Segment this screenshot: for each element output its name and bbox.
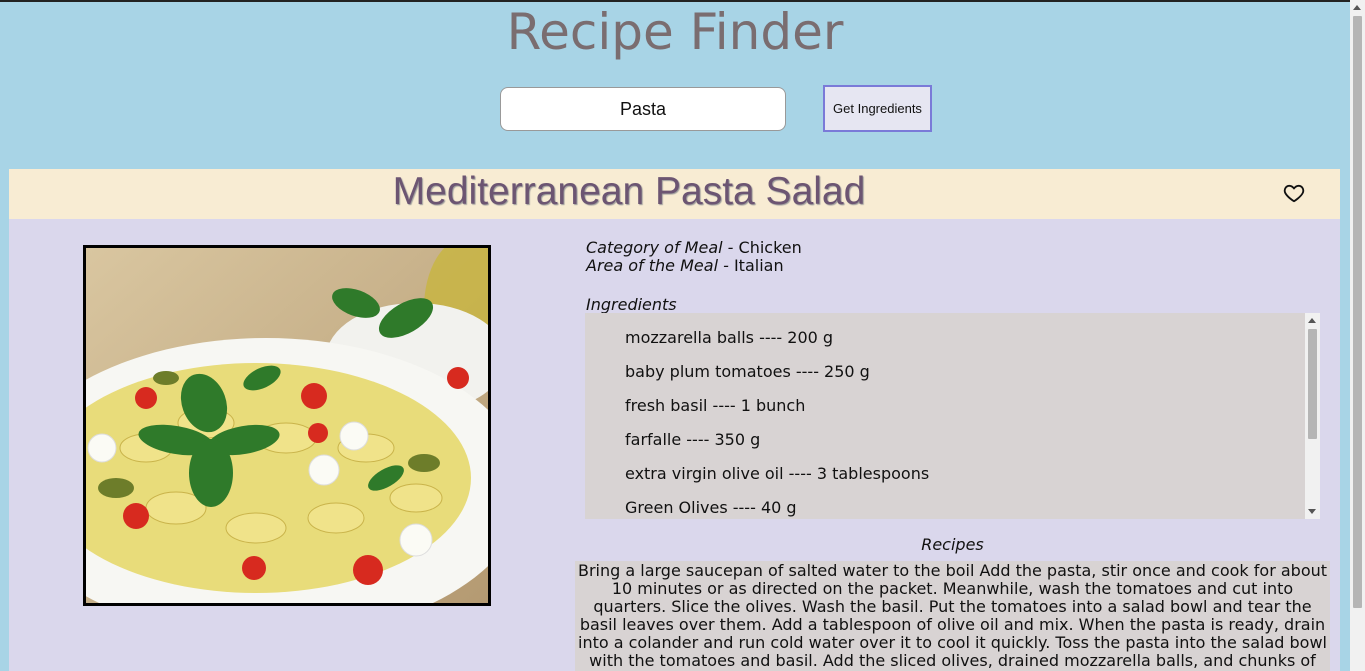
ingredient-item: fresh basil ---- 1 bunch bbox=[625, 396, 806, 415]
ingredients-label: Ingredients bbox=[586, 295, 677, 314]
ingredients-scroll-thumb[interactable] bbox=[1308, 329, 1317, 439]
category-label: Category of Meal - bbox=[586, 238, 739, 257]
window-top-border bbox=[0, 0, 1365, 2]
area-value: Italian bbox=[733, 256, 784, 275]
ingredient-item: mozzarella balls ---- 200 g bbox=[625, 328, 834, 347]
page-scroll-thumb[interactable] bbox=[1353, 16, 1362, 608]
area-label: Area of the Meal - bbox=[586, 256, 734, 275]
meal-meta: Category of Meal - Chicken Area of the M… bbox=[586, 239, 802, 275]
ingredient-item: extra virgin olive oil ---- 3 tablespoon… bbox=[625, 464, 930, 483]
recipe-instructions: Bring a large saucepan of salted water t… bbox=[575, 561, 1330, 671]
meal-panel: Mediterranean Pasta Salad Category of Me… bbox=[9, 169, 1340, 671]
meal-title: Mediterranean Pasta Salad bbox=[392, 170, 866, 213]
scroll-up-arrow-icon[interactable] bbox=[1308, 318, 1316, 323]
page-scroll-up-arrow-icon[interactable] bbox=[1353, 5, 1361, 10]
heart-icon[interactable] bbox=[1283, 182, 1305, 204]
ingredient-item: farfalle ---- 350 g bbox=[625, 430, 761, 449]
ingredients-list: mozzarella balls ---- 200 g baby plum to… bbox=[625, 326, 929, 519]
get-ingredients-button[interactable]: Get Ingredients bbox=[823, 85, 932, 132]
ingredients-scrollbar[interactable] bbox=[1305, 313, 1320, 519]
meal-header: Mediterranean Pasta Salad bbox=[9, 169, 1340, 219]
search-input[interactable] bbox=[500, 87, 786, 131]
area-row: Area of the Meal - Italian bbox=[586, 257, 802, 275]
category-row: Category of Meal - Chicken bbox=[586, 239, 802, 257]
ingredients-list-box[interactable]: mozzarella balls ---- 200 g baby plum to… bbox=[585, 313, 1320, 519]
meal-image bbox=[83, 245, 491, 606]
page-scrollbar[interactable] bbox=[1350, 0, 1365, 671]
ingredient-item: Green Olives ---- 40 g bbox=[625, 498, 797, 517]
app-title: Recipe Finder bbox=[506, 3, 844, 61]
scroll-down-arrow-icon[interactable] bbox=[1308, 509, 1316, 514]
ingredient-item: baby plum tomatoes ---- 250 g bbox=[625, 362, 870, 381]
recipes-label: Recipes bbox=[921, 535, 984, 554]
pasta-salad-photo bbox=[86, 248, 488, 603]
category-value: Chicken bbox=[738, 238, 802, 257]
